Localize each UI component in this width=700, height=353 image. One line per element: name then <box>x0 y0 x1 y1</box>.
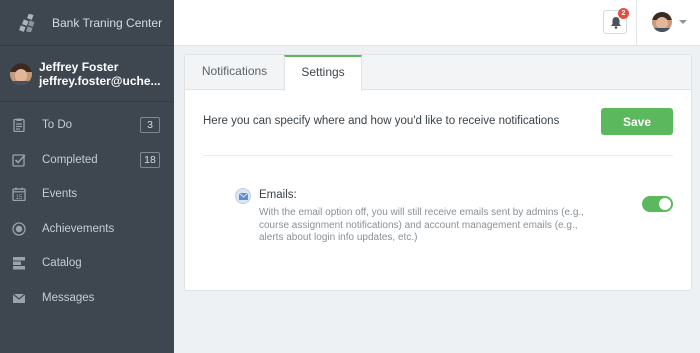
save-button[interactable]: Save <box>601 108 673 135</box>
notification-count-badge: 2 <box>618 8 629 19</box>
email-setting-description: With the email option off, you will stil… <box>259 207 584 243</box>
brand[interactable]: Bank Traning Center <box>0 0 174 46</box>
sidebar: Bank Traning Center Jeffrey Foster jeffr… <box>0 0 174 353</box>
sidebar-item-label: Events <box>42 188 78 201</box>
count-badge: 3 <box>140 117 160 133</box>
mail-icon <box>235 188 251 204</box>
sidebar-item-todo[interactable]: To Do 3 <box>0 108 174 143</box>
count-badge: 18 <box>140 151 160 168</box>
chevron-down-icon[interactable] <box>679 20 687 24</box>
sidebar-item-completed[interactable]: Completed 18 <box>0 143 174 178</box>
sidebar-item-messages[interactable]: Messages <box>0 281 174 316</box>
tab-notifications[interactable]: Notifications <box>185 55 284 90</box>
sidebar-nav: To Do 3 Completed 18 15 Events Achieveme… <box>0 102 174 315</box>
clipboard-icon <box>13 118 25 133</box>
divider <box>636 0 637 46</box>
envelope-icon <box>12 293 26 303</box>
avatar[interactable] <box>652 12 672 32</box>
sidebar-item-label: Messages <box>42 291 95 304</box>
toggle-knob <box>659 198 671 210</box>
badge-icon <box>12 222 26 236</box>
user-name: Jeffrey Foster <box>39 59 119 74</box>
checkbox-icon <box>12 154 26 167</box>
user-email: jeffrey.foster@uche... <box>39 73 161 88</box>
settings-card: Notifications Settings Here you can spec… <box>184 54 692 291</box>
brand-name: Bank Traning Center <box>52 15 163 30</box>
email-toggle[interactable] <box>642 196 673 212</box>
notifications-button[interactable]: 2 <box>603 8 629 34</box>
sidebar-item-label: Completed <box>42 153 98 166</box>
avatar <box>10 62 32 85</box>
calendar-icon: 15 <box>12 187 26 202</box>
divider <box>203 155 673 156</box>
catalog-icon <box>13 257 25 270</box>
top-bar: 2 <box>174 0 700 46</box>
sidebar-item-achievements[interactable]: Achievements <box>0 212 174 247</box>
tab-settings[interactable]: Settings <box>284 55 362 91</box>
sidebar-item-catalog[interactable]: Catalog <box>0 246 174 281</box>
user-profile[interactable]: Jeffrey Foster jeffrey.foster@uche... <box>0 46 174 102</box>
settings-intro: Here you can specify where and how you'd… <box>203 115 560 127</box>
email-setting-title: Emails: <box>259 189 297 201</box>
sidebar-item-label: Catalog <box>42 257 82 270</box>
calendar-day: 15 <box>16 195 23 201</box>
sidebar-item-events[interactable]: 15 Events <box>0 177 174 212</box>
tab-bar: Notifications Settings <box>185 55 691 91</box>
sidebar-item-label: To Do <box>42 119 73 132</box>
sidebar-item-label: Achievements <box>42 222 115 235</box>
logo-icon <box>19 13 35 32</box>
